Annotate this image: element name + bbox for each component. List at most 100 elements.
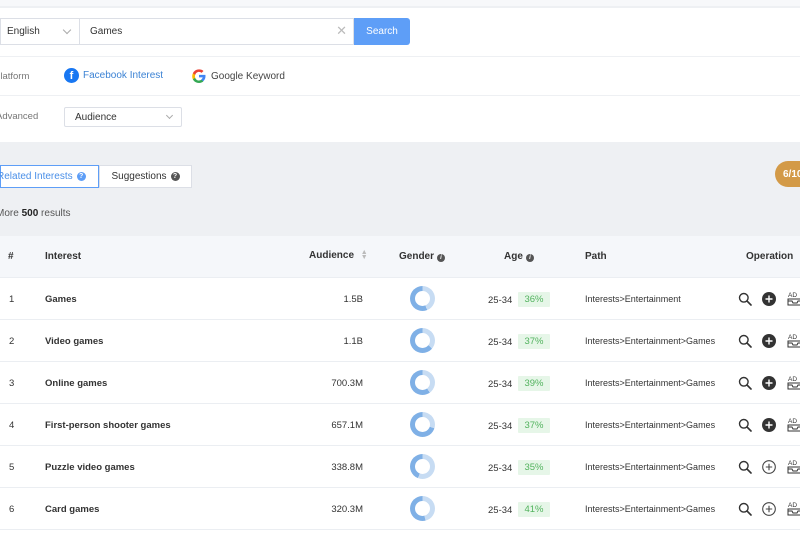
table-row: 6 Card games 320.3M 25-34 41% Interests>Enter… [0,488,800,530]
ad-tray-icon[interactable]: AD [787,374,800,391]
results-prefix: More [0,208,19,219]
table-row: 5 Puzzle video games 338.8M 25-34 35% Interes… [0,446,800,488]
language-select[interactable]: English [0,18,79,45]
header-gender-label: Gender [399,251,435,262]
results-count: 500 [21,208,39,219]
facebook-option-label: Facebook Interest [83,70,164,81]
audience-size: 1.5B [343,294,363,305]
tab-suggestions[interactable]: Suggestions ? [99,165,192,188]
info-icon: i [525,254,534,262]
results-suffix: results [41,208,71,219]
chevron-down-icon [165,111,174,120]
ad-tray-icon[interactable]: AD [787,500,800,517]
header-audience[interactable]: Audience ▲ ▼ [309,249,368,261]
gender-donut [410,454,435,479]
svg-text:AD: AD [788,418,797,425]
ad-tray-icon[interactable]: AD [787,416,800,433]
add-icon[interactable] [762,502,776,516]
gender-donut [410,370,435,395]
interest-path: Interests>Entertainment>Games [585,462,716,472]
audience-size: 700.3M [331,378,363,389]
ad-tray-icon[interactable]: AD [787,290,800,307]
header-path: Path [585,251,607,262]
header-audience-label: Audience [309,250,355,261]
svg-text:AD: AD [788,292,797,299]
header-age-label: Age [504,251,523,262]
gender-donut [410,286,435,311]
audience-size: 657.1M [331,420,363,431]
add-icon[interactable] [762,376,776,390]
add-icon[interactable] [762,418,776,432]
language-select-value: English [7,26,40,37]
interest-path: Interests>Entertainment>Games [585,504,716,514]
add-icon[interactable] [762,334,776,348]
age-percent-badge: 35% [518,460,550,475]
search-button[interactable]: Search [354,18,410,45]
sort-icon[interactable]: ▲ ▼ [361,249,368,261]
age-percent-badge: 41% [518,502,550,517]
age-range: 25-34 [488,421,513,432]
table-row: 1 Games 1.5B 25-34 36% Interests>Entertainmen… [0,278,800,320]
search-icon[interactable] [738,502,752,516]
row-index: 5 [9,462,15,473]
search-icon[interactable] [738,292,752,306]
interest-path: Interests>Entertainment>Games [585,378,716,388]
age-range: 25-34 [488,295,513,306]
interest-path: Interests>Entertainment>Games [585,336,716,346]
age-range: 25-34 [488,337,513,348]
divider [0,56,800,57]
age-percent-badge: 37% [518,334,550,349]
add-icon[interactable] [762,460,776,474]
svg-text:AD: AD [788,334,797,341]
clear-icon[interactable]: ✕ [336,24,347,38]
age-range: 25-34 [488,463,513,474]
search-input[interactable]: Games ✕ [79,18,354,45]
interest-path: Interests>Entertainment>Games [585,420,716,430]
top-strip [0,0,800,6]
row-index: 4 [9,420,15,431]
audience-size: 1.1B [343,336,363,347]
help-icon: ? [76,172,86,181]
interest-path: Interests>Entertainment [585,294,681,304]
platform-facebook-option[interactable]: f Facebook Interest [64,68,163,83]
interest-name[interactable]: Puzzle video games [45,462,135,473]
age-range: 25-34 [488,505,513,516]
row-index: 2 [9,336,15,347]
advanced-label: Advanced [0,111,39,122]
platform-google-option[interactable]: Google Keyword [191,68,285,84]
header-gender: Gender i [399,251,446,262]
header-age: Age i [504,251,534,262]
interest-name[interactable]: Online games [45,378,107,389]
audience-select[interactable]: Audience [64,107,182,127]
ad-tray-icon[interactable]: AD [787,332,800,349]
search-icon[interactable] [738,460,752,474]
age-range: 25-34 [488,379,513,390]
gender-donut [410,496,435,521]
selection-count-badge[interactable]: 6/10 [775,161,800,187]
interest-name[interactable]: First-person shooter games [45,420,171,431]
svg-text:AD: AD [788,502,797,509]
gender-donut [410,328,435,353]
search-icon[interactable] [738,334,752,348]
add-icon[interactable] [762,292,776,306]
interest-name[interactable]: Video games [45,336,103,347]
header-interest: Interest [45,251,82,262]
table-row: 2 Video games 1.1B 25-34 37% Interests>Entert… [0,320,800,362]
interest-name[interactable]: Games [45,294,77,305]
age-percent-badge: 39% [518,376,550,391]
tab-related-interests[interactable]: Related Interests ? [0,165,99,188]
search-icon[interactable] [738,418,752,432]
row-index: 6 [9,504,15,515]
svg-text:AD: AD [788,460,797,467]
row-index: 1 [9,294,15,305]
audience-select-value: Audience [75,111,117,123]
google-icon [192,69,206,83]
chevron-down-icon [62,25,72,35]
audience-size: 320.3M [331,504,363,515]
search-icon[interactable] [738,376,752,390]
header-index: # [8,251,14,262]
divider [0,95,800,96]
interest-name[interactable]: Card games [45,504,99,515]
ad-tray-icon[interactable]: AD [787,458,800,475]
search-input-value: Games [90,26,123,37]
